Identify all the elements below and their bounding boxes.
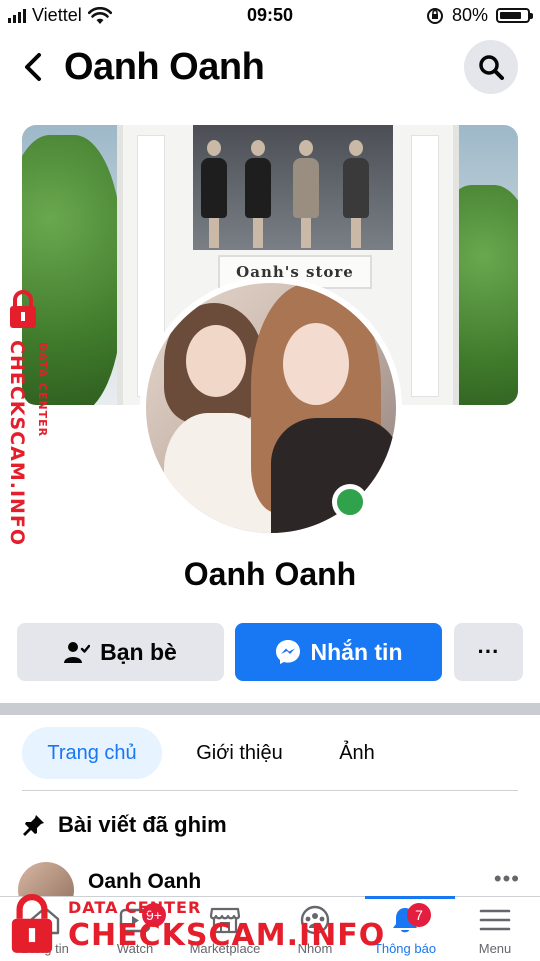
watermark-sub: DATA CENTER [36,342,49,438]
page-title: Oanh Oanh [64,46,265,88]
profile-actions: Bạn bè Nhắn tin ··· [17,623,523,681]
pinned-label: Bài viết đã ghim [58,812,227,837]
avatar-person [251,283,396,533]
status-bar: Viettel 09:50 80% [0,0,540,30]
messenger-icon [275,640,300,664]
message-button[interactable]: Nhắn tin [235,623,442,681]
back-button[interactable] [16,50,50,84]
lock-icon [11,894,53,953]
watermark-brand: CHECKSCAM.INFO [6,340,28,547]
profile-name: Oanh Oanh [183,556,357,592]
profile-header: Oanh Oanh [0,38,540,98]
pillar-right [411,135,439,397]
tabs-separator [22,790,518,791]
notifications-badge: 7 [407,903,431,927]
profile-tabs: Trang chủ Giới thiệu Ảnh [22,727,522,779]
watermark-brand: CHECKSCAM.INFO [68,918,386,953]
nav-item-menu[interactable]: Menu [450,897,540,961]
message-label: Nhắn tin [310,638,403,665]
menu-icon [479,909,511,931]
battery-percent: 80% [451,5,488,25]
watermark-sub: DATA CENTER [68,898,202,917]
watermark-horizontal: DATA CENTER CHECKSCAM.INFO [8,888,384,960]
battery-group: 80% [426,5,533,26]
rotation-lock-icon [426,7,443,24]
section-divider [0,703,540,715]
tab-home[interactable]: Trang chủ [22,727,162,779]
mannequin [293,140,319,250]
watermark-vertical: CHECKSCAM.INFO DATA CENTER [2,290,60,560]
tab-about[interactable]: Giới thiệu [172,727,307,779]
mannequin [343,140,369,250]
search-icon [479,55,504,80]
battery-icon [496,8,533,23]
pinned-posts-header: Bài viết đã ghim [22,812,227,838]
tab-photos[interactable]: Ảnh [312,727,402,779]
more-options-button[interactable]: ··· [454,623,523,681]
friend-check-icon [64,642,91,663]
friends-label: Bạn bè [100,638,177,665]
chevron-left-icon [25,53,41,81]
lock-icon [10,290,36,328]
more-options-icon: ··· [477,639,500,664]
search-button[interactable] [464,40,518,94]
display-window [193,125,393,250]
pin-icon [23,815,44,836]
friends-button[interactable]: Bạn bè [17,623,224,681]
nav-label: Menu [478,941,512,956]
mannequin [245,140,271,250]
mannequin [201,140,227,250]
online-status-dot [332,484,368,520]
post-more-button[interactable]: ••• [494,866,520,892]
